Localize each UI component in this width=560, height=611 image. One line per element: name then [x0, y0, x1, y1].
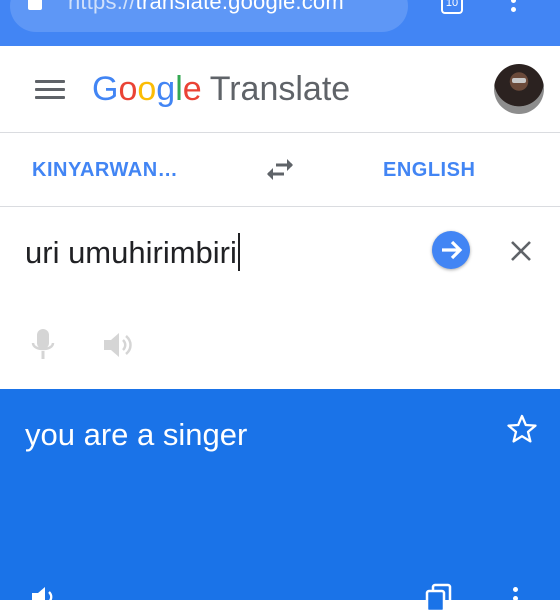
source-text-input[interactable]: uri umuhirimbiri [25, 233, 240, 271]
source-language-button[interactable]: KINYARWAND… [32, 159, 192, 182]
clear-text-icon[interactable] [509, 239, 533, 263]
text-caret [237, 233, 240, 271]
microphone-icon[interactable] [30, 327, 56, 363]
source-input-area[interactable]: uri umuhirimbiri [0, 207, 560, 389]
result-more-icon[interactable] [513, 587, 518, 605]
result-speaker-icon[interactable] [30, 585, 60, 609]
site-info-icon[interactable] [28, 0, 42, 10]
url-host: translate.google.com [135, 0, 344, 14]
browser-url-bar: https://translate.google.com 10 [0, 0, 560, 46]
url-text[interactable]: https://translate.google.com [68, 0, 344, 15]
star-icon[interactable] [506, 413, 538, 445]
swap-languages-icon[interactable] [264, 157, 296, 183]
product-name: Translate [209, 70, 351, 108]
tab-switcher-icon[interactable]: 10 [441, 0, 463, 14]
target-language-button[interactable]: ENGLISH [383, 159, 475, 182]
browser-menu-icon[interactable] [511, 0, 516, 16]
arrow-right-icon [442, 240, 463, 260]
copy-icon[interactable] [424, 583, 454, 611]
tab-count: 10 [445, 0, 459, 9]
translation-result-card: you are a singer [0, 389, 560, 611]
source-speaker-icon[interactable] [102, 331, 134, 359]
translated-text: you are a singer [25, 417, 248, 452]
app-logo: Google Translate [92, 70, 351, 108]
url-scheme: https:// [68, 0, 136, 14]
app-header: Google Translate [0, 46, 560, 133]
language-bar: KINYARWAND… ENGLISH [0, 133, 560, 207]
translate-go-button[interactable] [432, 231, 470, 269]
hamburger-menu-icon[interactable] [35, 80, 65, 100]
account-avatar[interactable] [494, 64, 544, 114]
